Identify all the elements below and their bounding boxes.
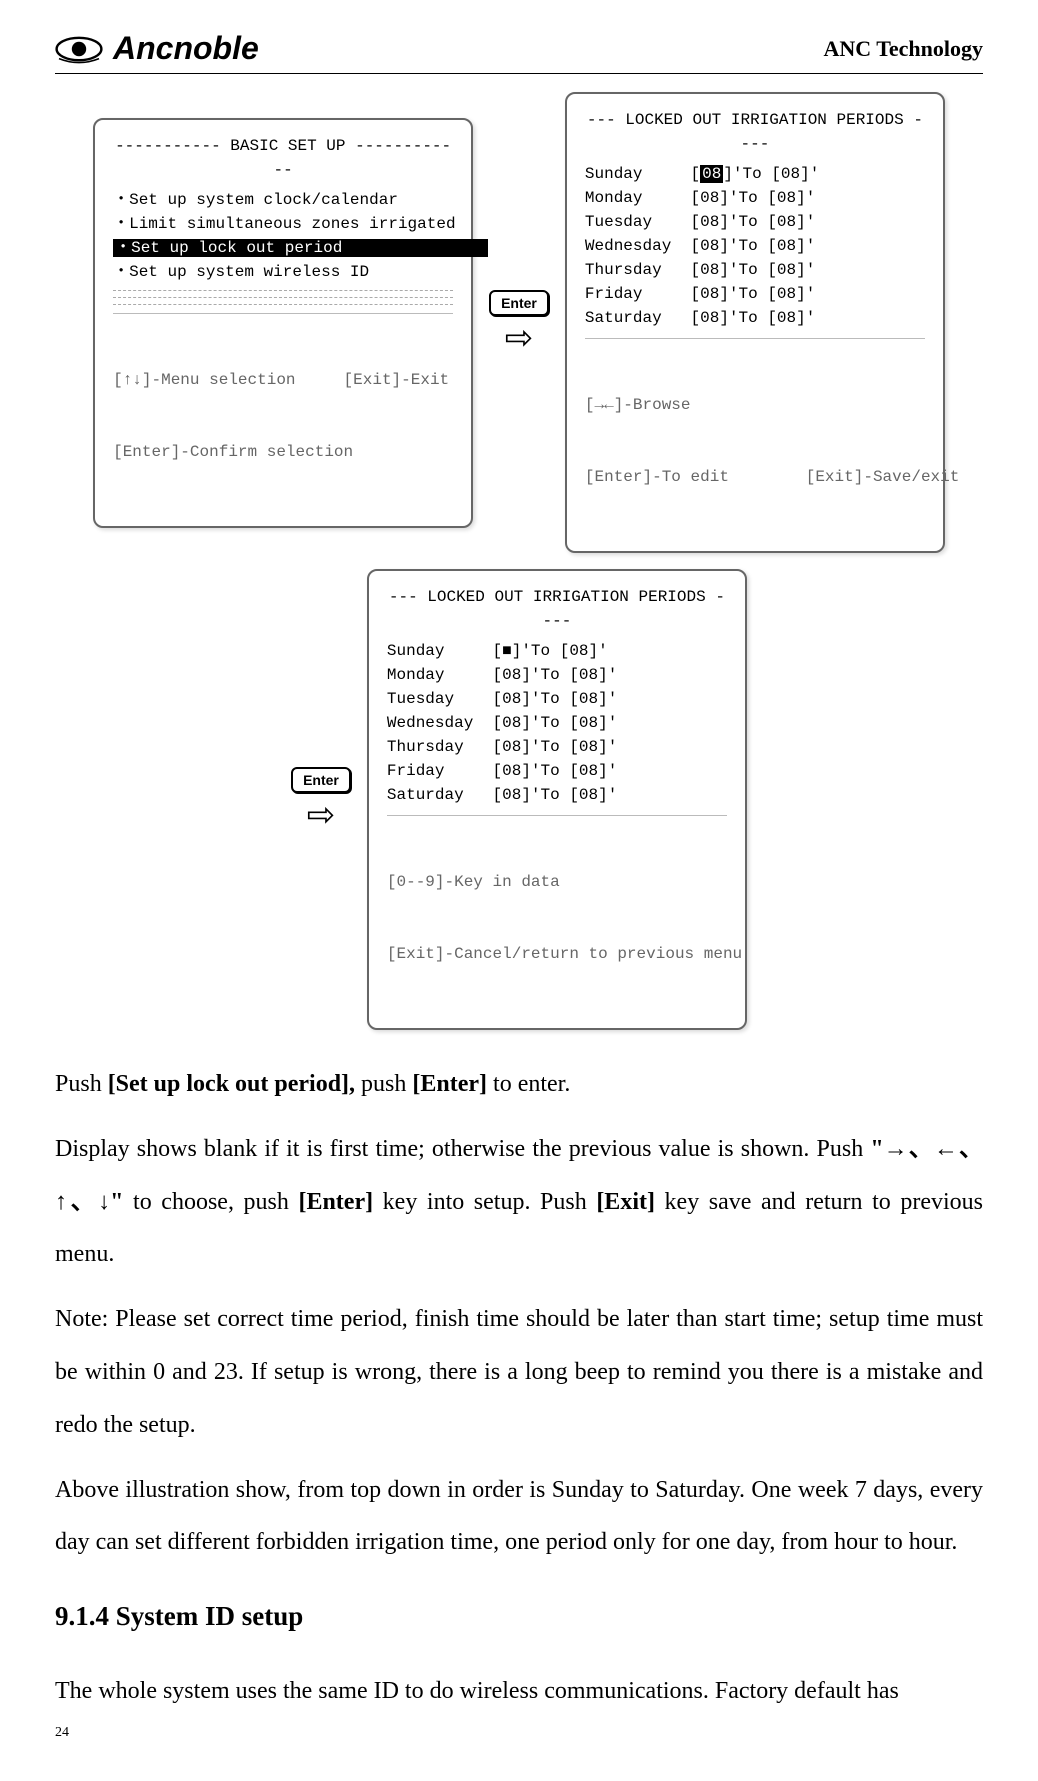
menu-item: ・Set up system wireless ID <box>113 260 453 284</box>
menu-item: ・Set up system clock/calendar <box>113 188 453 212</box>
period-row: Monday [08]'To [08]' <box>387 663 727 687</box>
period-row: Friday [08]'To [08]' <box>387 759 727 783</box>
paragraph-1: Push [Set up lock out period], push [Ent… <box>55 1058 983 1111</box>
section-heading: 9.1.4 System ID setup <box>55 1587 983 1646</box>
screen1-hint2: [Enter]-Confirm selection <box>113 440 453 464</box>
screen3-title: --- LOCKED OUT IRRIGATION PERIODS ---- <box>387 585 727 633</box>
screen-basic-setup: ----------- BASIC SET UP ------------ ・S… <box>93 118 473 528</box>
company-name: ANC Technology <box>823 36 983 62</box>
period-row: Wednesday [08]'To [08]' <box>585 234 925 258</box>
enter-arrow-2: Enter ⇨ <box>291 767 351 833</box>
logo: Ancnoble <box>55 30 259 67</box>
period-row: Friday [08]'To [08]' <box>585 282 925 306</box>
menu-item: ・Limit simultaneous zones irrigated <box>113 212 453 236</box>
paragraph-3: Note: Please set correct time period, fi… <box>55 1293 983 1451</box>
menu-item: ・Set up lock out period <box>113 236 453 260</box>
period-row: Tuesday [08]'To [08]' <box>387 687 727 711</box>
page-header: Ancnoble ANC Technology <box>55 30 983 74</box>
arrow-right-icon: ⇨ <box>505 322 534 356</box>
logo-icon <box>55 33 103 65</box>
period-row: Saturday [08]'To [08]' <box>585 306 925 330</box>
paragraph-2: Display shows blank if it is first time;… <box>55 1123 983 1281</box>
period-row: Tuesday [08]'To [08]' <box>585 210 925 234</box>
screen3-hint2: [Exit]-Cancel/return to previous menu <box>387 942 727 966</box>
screen3-hint1: [0--9]-Key in data <box>387 870 727 894</box>
period-row: Monday [08]'To [08]' <box>585 186 925 210</box>
screen-locked-periods-edit: --- LOCKED OUT IRRIGATION PERIODS ---- S… <box>367 569 747 1030</box>
enter-key-icon: Enter <box>489 290 549 316</box>
period-row: Thursday [08]'To [08]' <box>585 258 925 282</box>
enter-arrow-1: Enter ⇨ <box>489 290 549 356</box>
period-row: Thursday [08]'To [08]' <box>387 735 727 759</box>
period-row: Sunday [08]'To [08]' <box>585 162 925 186</box>
period-row: Saturday [08]'To [08]' <box>387 783 727 807</box>
arrow-right-icon: ⇨ <box>307 799 336 833</box>
screen1-hint1: [↑↓]-Menu selection [Exit]-Exit <box>113 368 453 392</box>
period-row: Sunday [■]'To [08]' <box>387 639 727 663</box>
period-row: Wednesday [08]'To [08]' <box>387 711 727 735</box>
figure-area: ----------- BASIC SET UP ------------ ・S… <box>55 92 983 1030</box>
page-number: 24 <box>55 1725 69 1741</box>
screen2-hint1: [→←]-Browse <box>585 393 925 417</box>
screen2-hint2: [Enter]-To edit [Exit]-Save/exit <box>585 465 925 489</box>
paragraph-4: Above illustration show, from top down i… <box>55 1464 983 1570</box>
body-text: Push [Set up lock out period], push [Ent… <box>55 1058 983 1717</box>
screen1-title: ----------- BASIC SET UP ------------ <box>113 134 453 182</box>
paragraph-5: The whole system uses the same ID to do … <box>55 1665 983 1718</box>
screen-locked-periods-browse: --- LOCKED OUT IRRIGATION PERIODS ---- S… <box>565 92 945 553</box>
enter-key-icon: Enter <box>291 767 351 793</box>
logo-text: Ancnoble <box>113 30 259 67</box>
screen2-title: --- LOCKED OUT IRRIGATION PERIODS ---- <box>585 108 925 156</box>
